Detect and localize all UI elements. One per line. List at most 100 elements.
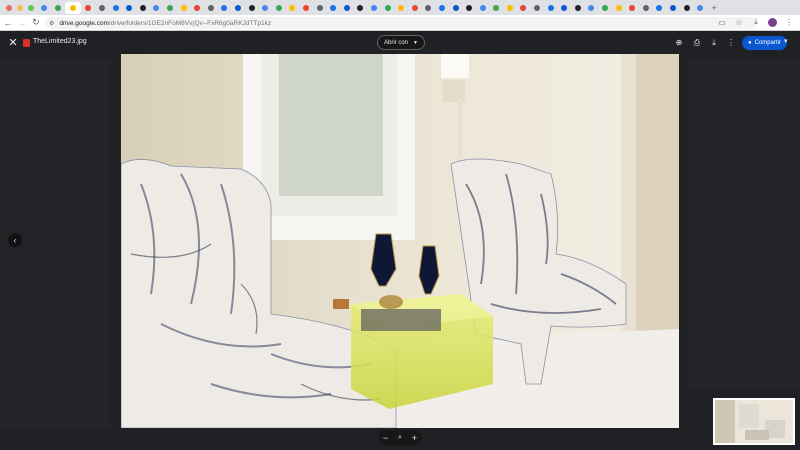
tab-favicon-icon	[398, 4, 405, 11]
tab-favicon-icon	[330, 4, 337, 11]
tab-favicon-icon	[629, 4, 636, 11]
more-vert-icon[interactable]: ⋮	[784, 18, 794, 27]
browser-tab[interactable]	[544, 2, 557, 14]
address-bar[interactable]: ⚙ drive.google.com/drive/folders/1GE2nFo…	[45, 17, 757, 29]
browser-tab[interactable]	[340, 2, 353, 14]
browser-tab[interactable]	[205, 2, 218, 14]
tab-favicon-icon	[357, 4, 364, 11]
browser-tab[interactable]	[313, 2, 326, 14]
lock-icon: ●	[748, 40, 752, 46]
share-caret-icon[interactable]: ▾	[784, 37, 788, 45]
print-icon[interactable]: ⎙	[692, 38, 702, 48]
file-viewer: ✕ TheLimited23.jpg Abrir con ▼ ⊕ ⎙ ⤓ ⋮ ●…	[0, 31, 800, 450]
tab-favicon-icon	[235, 4, 242, 11]
tab-favicon-icon	[656, 4, 663, 11]
download-icon[interactable]: ⤓	[709, 38, 719, 48]
open-with-button[interactable]: Abrir con ▼	[377, 35, 425, 50]
new-tab-button[interactable]: +	[712, 3, 717, 13]
tab-favicon-icon	[153, 4, 160, 11]
thumbnail-preview[interactable]	[713, 398, 795, 445]
tab-favicon-icon	[370, 4, 377, 11]
tab-favicon-icon	[438, 4, 445, 11]
window-controls	[0, 4, 38, 11]
browser-tab[interactable]	[694, 2, 707, 14]
browser-tab[interactable]	[476, 2, 489, 14]
browser-tab[interactable]	[408, 2, 421, 14]
browser-tab[interactable]	[96, 2, 109, 14]
browser-tab[interactable]	[150, 2, 163, 14]
browser-tab[interactable]	[531, 2, 544, 14]
browser-tab[interactable]	[52, 2, 65, 14]
tab-favicon-icon	[642, 4, 649, 11]
more-vert-icon[interactable]: ⋮	[726, 38, 736, 47]
cast-icon[interactable]: ▭	[717, 18, 727, 27]
browser-tab[interactable]	[65, 1, 82, 14]
tab-favicon-icon	[411, 4, 418, 11]
browser-tab[interactable]	[191, 2, 204, 14]
plus-icon[interactable]: +	[412, 433, 417, 443]
minimize-window-button[interactable]	[17, 4, 23, 11]
browser-tab[interactable]	[259, 2, 272, 14]
share-button[interactable]: ● Compartir	[742, 36, 787, 50]
chevron-left-icon[interactable]: ‹	[8, 233, 22, 247]
browser-tab[interactable]	[463, 2, 476, 14]
browser-tab[interactable]	[640, 2, 653, 14]
browser-tab[interactable]	[164, 2, 177, 14]
tab-favicon-icon	[479, 4, 486, 11]
browser-tab[interactable]	[109, 2, 122, 14]
browser-tab[interactable]	[422, 2, 435, 14]
tab-favicon-icon	[670, 4, 677, 11]
browser-tab[interactable]	[612, 2, 625, 14]
browser-tab[interactable]	[82, 2, 95, 14]
browser-tab[interactable]	[232, 2, 245, 14]
browser-tab[interactable]	[667, 2, 680, 14]
star-icon[interactable]: ☆	[734, 18, 744, 27]
browser-tab[interactable]	[626, 2, 639, 14]
magnify-icon[interactable]: ⌕	[398, 434, 402, 442]
browser-tab[interactable]	[354, 2, 367, 14]
browser-tab[interactable]	[177, 2, 190, 14]
browser-tab[interactable]	[490, 2, 503, 14]
tab-favicon-icon	[221, 4, 228, 11]
browser-tab[interactable]	[680, 2, 693, 14]
profile-avatar[interactable]	[768, 17, 777, 27]
browser-tab[interactable]	[517, 2, 530, 14]
url-path: /drive/folders/1GE2nFoM8Vv(Qv--FxR6g0aRK…	[108, 19, 272, 27]
browser-tab[interactable]	[558, 2, 571, 14]
browser-tab[interactable]	[368, 2, 381, 14]
browser-tab[interactable]	[273, 2, 286, 14]
browser-tab[interactable]	[572, 2, 585, 14]
browser-tab[interactable]	[38, 2, 51, 14]
reload-button[interactable]: ↻	[30, 17, 42, 29]
zoom-window-button[interactable]	[28, 4, 34, 11]
browser-tab[interactable]	[123, 2, 136, 14]
browser-tab[interactable]	[286, 2, 299, 14]
tab-favicon-icon	[302, 4, 309, 11]
drive-details-backdrop	[688, 59, 800, 389]
browser-tab[interactable]	[245, 2, 258, 14]
download-icon[interactable]: ⤓	[751, 17, 761, 27]
browser-tab[interactable]	[218, 2, 231, 14]
browser-tab[interactable]	[449, 2, 462, 14]
close-window-button[interactable]	[6, 4, 12, 11]
image-preview	[121, 54, 679, 428]
browser-tab[interactable]	[504, 2, 517, 14]
tab-favicon-icon	[41, 4, 48, 11]
tab-favicon-icon	[70, 4, 77, 11]
minus-icon[interactable]: −	[383, 433, 388, 443]
drive-add-icon[interactable]: ⊕	[674, 38, 684, 47]
tab-favicon-icon	[275, 4, 282, 11]
browser-tab[interactable]	[381, 2, 394, 14]
browser-tab[interactable]	[585, 2, 598, 14]
browser-tab[interactable]	[395, 2, 408, 14]
browser-tab[interactable]	[599, 2, 612, 14]
browser-tab[interactable]	[327, 2, 340, 14]
browser-tab[interactable]	[137, 2, 150, 14]
close-icon[interactable]: ✕	[7, 36, 19, 49]
forward-button[interactable]: →	[16, 17, 28, 29]
tab-favicon-icon	[683, 4, 690, 11]
browser-tab[interactable]	[300, 2, 313, 14]
back-button[interactable]: ←	[2, 17, 14, 29]
browser-tab[interactable]	[436, 2, 449, 14]
browser-tab[interactable]	[653, 2, 666, 14]
